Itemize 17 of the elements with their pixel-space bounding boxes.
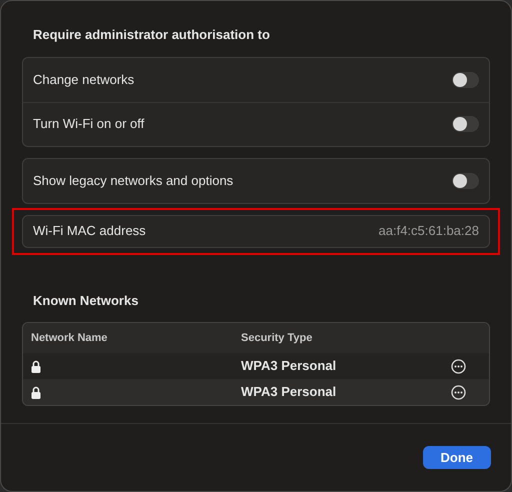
toggle-switch[interactable] bbox=[452, 72, 479, 88]
toggle-switch[interactable] bbox=[452, 116, 479, 132]
done-button[interactable]: Done bbox=[422, 446, 491, 470]
more-options-icon[interactable] bbox=[451, 384, 466, 400]
security-type: WPA3 Personal bbox=[241, 357, 338, 376]
toggle-switch[interactable] bbox=[452, 172, 479, 188]
setting-label: Show legacy networks and options bbox=[33, 172, 234, 190]
mac-label: Wi-Fi MAC address bbox=[33, 222, 146, 240]
setting-label: Change networks bbox=[33, 70, 134, 89]
mac-value: aa:f4:c5:61:ba:28 bbox=[378, 222, 479, 240]
column-header: Security Type bbox=[241, 330, 314, 346]
setting-label: Turn Wi-Fi on or off bbox=[33, 115, 144, 134]
section-title: Known Networks bbox=[32, 292, 140, 310]
column-header: Network Name bbox=[31, 330, 108, 346]
section-title: Require administrator authorisation to bbox=[32, 26, 271, 44]
security-type: WPA3 Personal bbox=[241, 383, 338, 402]
more-options-icon[interactable] bbox=[451, 358, 466, 374]
